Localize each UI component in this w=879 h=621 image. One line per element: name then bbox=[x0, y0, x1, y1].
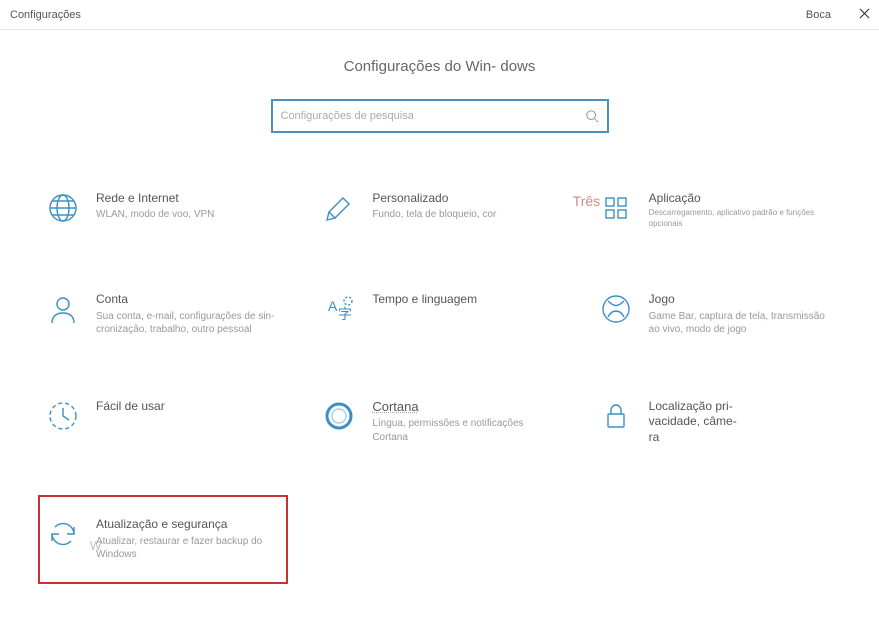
tile-desc: Sua conta, e-mail, configurações de sin-… bbox=[96, 310, 280, 337]
tile-title: Tempo e linguagem bbox=[372, 292, 556, 308]
tile-title: Fácil de usar bbox=[96, 399, 280, 415]
apps-icon bbox=[599, 191, 633, 225]
close-button[interactable] bbox=[849, 0, 879, 30]
tile-personalization[interactable]: Personalizado Fundo, tela de bloqueio, c… bbox=[316, 183, 562, 238]
tile-gaming[interactable]: Jogo Game Bar, captura de tela, transmis… bbox=[593, 284, 839, 345]
tile-update-security[interactable]: W Atualização e segurança Atualizar, res… bbox=[40, 497, 286, 582]
tile-time-language[interactable]: A字 Tempo e linguagem bbox=[316, 284, 562, 345]
tile-desc: Atualizar, restaurar e fazer backup do W… bbox=[96, 535, 280, 562]
tile-desc: Fundo, tela de bloqueio, cor bbox=[372, 208, 556, 222]
tile-desc: WLAN, modo de voo, VPN bbox=[96, 208, 280, 222]
tile-title: Cortana bbox=[372, 399, 556, 416]
tile-ease-of-access[interactable]: Fácil de usar bbox=[40, 391, 286, 456]
brush-icon bbox=[322, 191, 356, 225]
tile-title: Jogo bbox=[649, 292, 833, 308]
settings-grid: Rede e Internet WLAN, modo de voo, VPN P… bbox=[40, 183, 839, 582]
tile-network[interactable]: Rede e Internet WLAN, modo de voo, VPN bbox=[40, 183, 286, 238]
sync-icon bbox=[46, 517, 80, 551]
tile-desc: Descarregamento, aplicativo padrão e fun… bbox=[649, 208, 833, 230]
window-title: Configurações bbox=[10, 9, 806, 21]
tile-title: Conta bbox=[96, 292, 280, 308]
svg-text:A: A bbox=[328, 298, 338, 314]
hero: Configurações do Win- dows bbox=[0, 58, 879, 77]
tile-accounts[interactable]: Conta Sua conta, e-mail, configurações d… bbox=[40, 284, 286, 345]
titlebar: Configurações Boca bbox=[0, 0, 879, 30]
tile-title: Rede e Internet bbox=[96, 191, 280, 207]
person-icon bbox=[46, 292, 80, 326]
tile-apps[interactable]: Três Aplicação Descarregamento, aplicati… bbox=[593, 183, 839, 238]
tile-cortana[interactable]: Cortana Língua, permissões e notificaçõe… bbox=[316, 391, 562, 456]
cortana-icon bbox=[322, 399, 356, 433]
tile-title: Aplicação bbox=[649, 191, 833, 207]
search-icon bbox=[585, 109, 599, 123]
search-input[interactable] bbox=[281, 110, 585, 122]
close-icon bbox=[859, 6, 870, 24]
ease-icon bbox=[46, 399, 80, 433]
tile-desc: Game Bar, captura de tela, transmissão a… bbox=[649, 310, 833, 337]
watermark-text: Três bbox=[573, 193, 600, 209]
language-icon: A字 bbox=[322, 292, 356, 326]
globe-icon bbox=[46, 191, 80, 225]
tile-desc: Língua, permissões e notificações Cortan… bbox=[372, 417, 556, 444]
user-name: Boca bbox=[806, 9, 831, 21]
tile-title: Localização pri- vacidade, câme- ra bbox=[649, 399, 833, 446]
tile-privacy[interactable]: Localização pri- vacidade, câme- ra bbox=[593, 391, 839, 456]
page-title: Configurações do Win- dows bbox=[344, 58, 536, 77]
tile-title: Personalizado bbox=[372, 191, 556, 207]
lock-icon bbox=[599, 399, 633, 433]
search-box[interactable] bbox=[271, 99, 609, 133]
xbox-icon bbox=[599, 292, 633, 326]
tile-title: Atualização e segurança bbox=[96, 517, 280, 533]
svg-text:字: 字 bbox=[338, 306, 352, 322]
